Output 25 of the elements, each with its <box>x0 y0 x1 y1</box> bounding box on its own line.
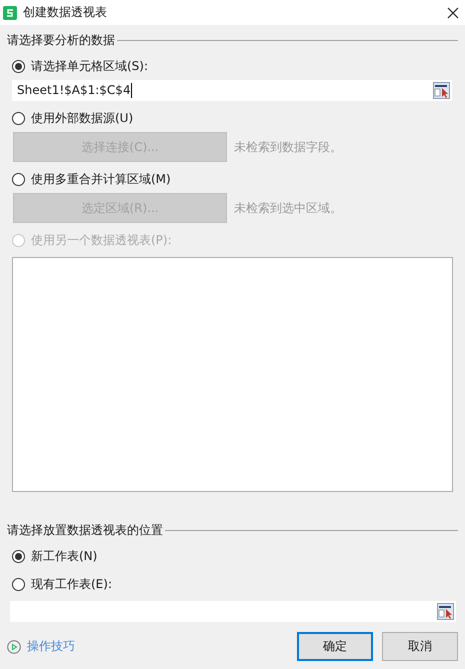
radio-button[interactable] <box>12 172 25 186</box>
section-title: 请选择要分析的数据 <box>7 32 115 48</box>
radio-button[interactable] <box>12 112 25 124</box>
status-note: 未检索到选中区域。 <box>234 200 342 216</box>
cancel-button[interactable]: 取消 <box>382 632 458 661</box>
input-field[interactable]: Sheet1!$A$1:$C$4 <box>12 80 452 101</box>
app-icon <box>3 6 17 20</box>
ok-button[interactable]: 确定 <box>297 632 373 661</box>
option-label: 使用外部数据源(U) <box>31 110 134 126</box>
radio-button[interactable] <box>12 60 25 72</box>
close-icon[interactable] <box>447 6 459 18</box>
option-label: 新工作表(N) <box>31 548 98 564</box>
option-label: 使用多重合并计算区域(M) <box>31 170 171 188</box>
option-label: 现有工作表(E): <box>31 576 112 592</box>
input-field[interactable] <box>10 601 456 622</box>
option-label: 请选择单元格区域(S): <box>31 58 148 74</box>
section-title: 请选择放置数据透视表的位置 <box>7 522 163 538</box>
radio-button[interactable] <box>12 550 25 562</box>
status-note: 未检索到数据字段。 <box>234 138 342 156</box>
range-picker-icon[interactable] <box>433 82 450 99</box>
play-icon <box>7 640 21 654</box>
window-title: 创建数据透视表 <box>23 4 108 21</box>
radio-button[interactable] <box>12 578 25 590</box>
option-label: 使用另一个数据透视表(P): <box>31 232 172 248</box>
range-picker-icon[interactable] <box>437 603 454 620</box>
